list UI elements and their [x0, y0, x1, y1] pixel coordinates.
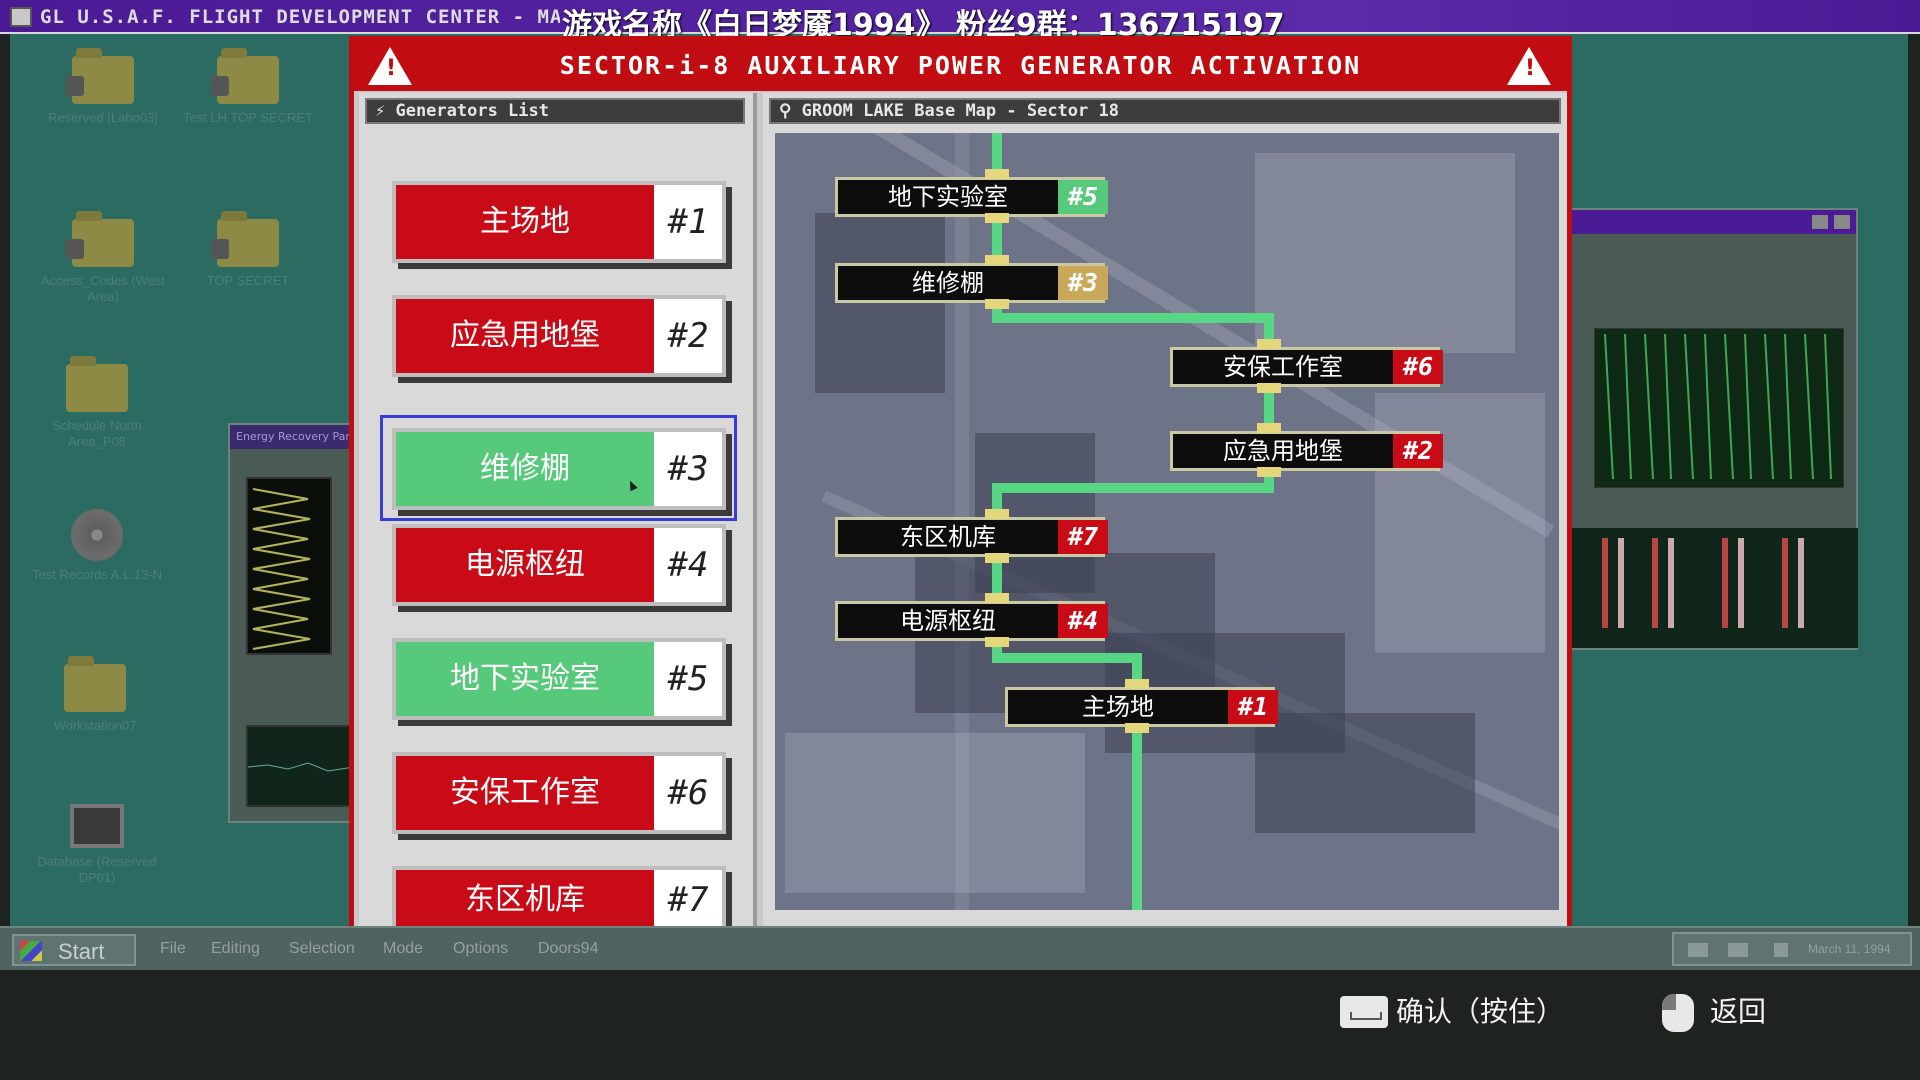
map-node-4: 电源枢纽 #4 — [835, 601, 1108, 641]
shortcut-folder-icon — [64, 656, 126, 712]
map-node-1: 主场地 #1 — [1005, 687, 1278, 727]
control-hints-bar: 确认（按住） 返回 — [0, 970, 1920, 1080]
desktop-icon-access-codes[interactable]: Access_Codes (West Area) — [28, 211, 178, 305]
route-line — [992, 313, 1274, 323]
warning-icon: ! — [1507, 47, 1551, 85]
oscilloscope-graph — [246, 477, 332, 655]
menu-editing[interactable]: Editing — [211, 940, 260, 958]
desktop-icon-top-secret[interactable]: TOP SECRET — [173, 211, 323, 289]
base-map: 地下实验室 #5 维修棚 #3 安保工作室 #6 应急用地堡 #2 东区机库 #… — [775, 133, 1559, 910]
desktop-icon-schedule[interactable]: Schedule North Area_P08 — [22, 356, 172, 450]
minimize-icon[interactable] — [1812, 215, 1828, 229]
panel-header: ⚲ GROOM LAKE Base Map - Sector 18 — [769, 98, 1561, 124]
menu-selection[interactable]: Selection — [289, 940, 355, 958]
desktop-icon-test-records[interactable]: Test Records A.L.13-N — [22, 509, 172, 583]
map-node-6: 安保工作室 #6 — [1170, 347, 1443, 387]
route-line — [992, 483, 1274, 493]
locked-folder-icon — [211, 211, 279, 267]
volume-icon[interactable] — [1774, 943, 1788, 957]
route-line — [992, 653, 1142, 663]
menu-mode[interactable]: Mode — [383, 940, 423, 958]
map-node-5: 地下实验室 #5 — [835, 177, 1108, 217]
desktop-icon-test-lh[interactable]: Test LH TOP SECRET — [173, 48, 323, 126]
frequency-graph — [1594, 328, 1844, 488]
generator-button-3[interactable]: 维修棚 #3 — [392, 428, 726, 510]
background-window-frequency[interactable] — [1570, 208, 1858, 650]
signal-graph — [246, 725, 356, 807]
screen: Reserved [Labo03] Test LH TOP SECRET Acc… — [0, 0, 1920, 1080]
desktop-icon-database[interactable]: Database (Reserved DP01) — [22, 804, 172, 886]
locked-folder-icon — [66, 48, 134, 104]
computer-icon — [10, 7, 32, 27]
bar-graph — [1572, 528, 1858, 648]
computer-icon — [70, 804, 124, 848]
generator-activation-dialog: ! SECTOR-i-8 AUXILIARY POWER GENERATOR A… — [349, 36, 1572, 934]
mouse-right-click-icon — [1662, 994, 1694, 1032]
map-node-3: 维修棚 #3 — [835, 263, 1108, 303]
generator-button-1[interactable]: 主场地 #1 — [392, 181, 726, 263]
window-title: Energy Recovery Par — [230, 425, 356, 449]
desktop-icon-reserved[interactable]: Reserved [Labo03] — [28, 48, 178, 126]
generator-button-4[interactable]: 电源枢纽 #4 — [392, 524, 726, 606]
menu-options[interactable]: Options — [453, 940, 508, 958]
window-title: GL U.S.A.F. FLIGHT DEVELOPMENT CENTER - … — [40, 6, 560, 28]
base-map-panel: ⚲ GROOM LAKE Base Map - Sector 18 地下实验室 … — [763, 93, 1567, 934]
tray-date: March 11, 1994 — [1808, 942, 1891, 956]
generator-button-2[interactable]: 应急用地堡 #2 — [392, 295, 726, 377]
spacebar-key-icon — [1340, 996, 1388, 1028]
close-icon[interactable] — [1834, 215, 1850, 229]
desktop-icon-workstation[interactable]: Workstation07 — [20, 656, 170, 734]
locked-folder-icon — [211, 48, 279, 104]
system-tray: March 11, 1994 — [1672, 932, 1912, 966]
window-titlebar — [1572, 210, 1856, 234]
generator-button-5[interactable]: 地下实验室 #5 — [392, 638, 726, 720]
confirm-hint[interactable]: 确认（按住） — [1340, 992, 1580, 1032]
generators-list-panel: ⚡ Generators List 主场地 #1 应急用地堡 #2 维修棚 #3… — [359, 93, 757, 934]
dialog-title: SECTOR-i-8 AUXILIARY POWER GENERATOR ACT… — [559, 51, 1362, 80]
network-icon[interactable] — [1688, 943, 1708, 957]
generator-button-7[interactable]: 东区机库 #7 — [392, 866, 726, 934]
panel-header: ⚡ Generators List — [365, 98, 745, 124]
background-window-energy[interactable]: Energy Recovery Par — [228, 423, 358, 823]
menu-doors94[interactable]: Doors94 — [538, 940, 598, 958]
generator-button-6[interactable]: 安保工作室 #6 — [392, 752, 726, 834]
map-node-7: 东区机库 #7 — [835, 517, 1108, 557]
start-button[interactable]: Start — [12, 934, 136, 966]
map-node-2: 应急用地堡 #2 — [1170, 431, 1443, 471]
menu-file[interactable]: File — [160, 940, 186, 958]
dialog-titlebar: ! SECTOR-i-8 AUXILIARY POWER GENERATOR A… — [354, 41, 1567, 91]
taskbar: Start File Editing Selection Mode Option… — [0, 926, 1920, 970]
route-line — [1132, 725, 1142, 910]
locked-folder-icon — [66, 211, 134, 267]
disc-icon — [71, 509, 123, 561]
windows-logo-icon — [20, 941, 42, 961]
folder-icon — [66, 356, 128, 412]
back-hint[interactable]: 返回 — [1662, 992, 1802, 1032]
monitor-icon[interactable] — [1728, 943, 1748, 957]
